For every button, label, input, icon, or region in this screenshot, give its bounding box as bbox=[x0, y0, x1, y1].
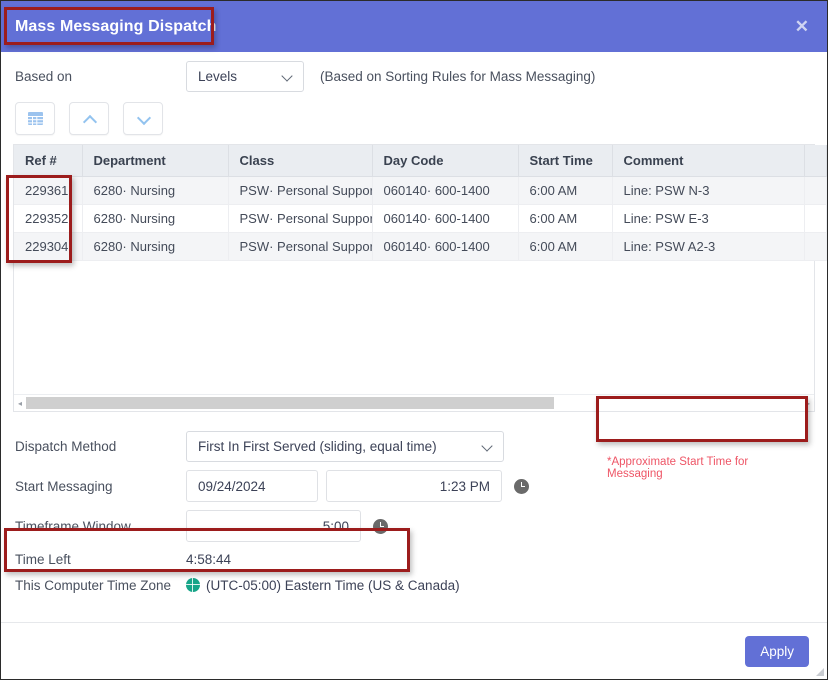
table-head: Ref # Department Class Day Code Start Ti… bbox=[14, 145, 827, 177]
chevron-down-icon bbox=[138, 113, 149, 124]
table-body: 229361 6280· Nursing PSW· Personal Suppo… bbox=[14, 176, 827, 261]
cell-comment: Line: PSW A2-3 bbox=[612, 232, 805, 261]
based-on-label: Based on bbox=[15, 68, 73, 84]
cell-start-time: 6:00 AM bbox=[518, 232, 613, 261]
grid-view-button[interactable] bbox=[15, 102, 55, 135]
cell-class: PSW· Personal Support bbox=[228, 176, 373, 205]
grid-horizontal-scrollbar[interactable]: ◂ ▸ bbox=[14, 394, 814, 411]
move-down-button[interactable] bbox=[123, 102, 163, 135]
chevron-down-icon bbox=[483, 441, 494, 452]
apply-button[interactable]: Apply bbox=[745, 635, 809, 667]
timeframe-window-label: Timeframe Window bbox=[15, 518, 131, 534]
grid-icon bbox=[27, 112, 43, 125]
chevron-down-icon bbox=[283, 71, 294, 82]
scrollbar-thumb[interactable] bbox=[26, 397, 554, 409]
cell-department: 6280· Nursing bbox=[82, 232, 229, 261]
cell-comment: Line: PSW E-3 bbox=[612, 204, 805, 233]
cell-department: 6280· Nursing bbox=[82, 204, 229, 233]
cell-class: PSW· Personal Support bbox=[228, 204, 373, 233]
timezone-value: (UTC-05:00) Eastern Time (US & Canada) bbox=[206, 577, 460, 593]
column-header-department[interactable]: Department bbox=[82, 145, 229, 177]
cell-spacer bbox=[804, 176, 827, 205]
time-left-value: 4:58:44 bbox=[186, 551, 232, 567]
cell-spacer bbox=[804, 204, 827, 233]
time-left-row: Time Left 4:58:44 bbox=[13, 546, 815, 572]
dialog-footer: Apply bbox=[1, 622, 827, 679]
dispatch-method-label: Dispatch Method bbox=[15, 438, 117, 454]
dialog-body: Based on Levels (Based on Sorting Rules … bbox=[1, 52, 827, 622]
start-messaging-date-input[interactable]: 09/24/2024 bbox=[186, 470, 318, 502]
grid-toolbar bbox=[13, 100, 815, 144]
time-left-label: Time Left bbox=[15, 551, 71, 567]
based-on-note: (Based on Sorting Rules for Mass Messagi… bbox=[320, 68, 596, 84]
cell-day-code: 060140· 600-1400 bbox=[372, 204, 519, 233]
cell-day-code: 060140· 600-1400 bbox=[372, 232, 519, 261]
move-up-button[interactable] bbox=[69, 102, 109, 135]
globe-icon bbox=[186, 577, 200, 592]
dialog-titlebar: Mass Messaging Dispatch ✕ bbox=[1, 1, 827, 52]
timezone-value-wrap: (UTC-05:00) Eastern Time (US & Canada) bbox=[186, 577, 460, 593]
scroll-left-icon[interactable]: ◂ bbox=[14, 399, 26, 408]
cell-department: 6280· Nursing bbox=[82, 176, 229, 205]
cell-start-time: 6:00 AM bbox=[518, 204, 613, 233]
dispatch-method-value: First In First Served (sliding, equal ti… bbox=[198, 438, 437, 454]
dispatch-method-select[interactable]: First In First Served (sliding, equal ti… bbox=[186, 430, 504, 462]
timezone-row: This Computer Time Zone (UTC-05:00) East… bbox=[13, 572, 815, 598]
column-header-comment[interactable]: Comment bbox=[612, 145, 805, 177]
resize-grip[interactable] bbox=[815, 667, 824, 676]
timezone-label: This Computer Time Zone bbox=[15, 577, 172, 593]
table-row[interactable]: 229304 6280· Nursing PSW· Personal Suppo… bbox=[14, 232, 827, 261]
close-icon[interactable]: ✕ bbox=[791, 16, 813, 37]
based-on-row: Based on Levels (Based on Sorting Rules … bbox=[13, 52, 815, 100]
column-header-ref[interactable]: Ref # bbox=[14, 145, 83, 177]
table-header-row: Ref # Department Class Day Code Start Ti… bbox=[14, 145, 827, 177]
cell-start-time: 6:00 AM bbox=[518, 176, 613, 205]
clock-icon[interactable] bbox=[373, 518, 388, 534]
approximate-start-time-note: *Approximate Start Time for Messaging bbox=[601, 452, 805, 484]
start-messaging-time-input[interactable]: 1:23 PM bbox=[326, 470, 502, 502]
column-header-spacer bbox=[804, 145, 827, 177]
cell-comment: Line: PSW N-3 bbox=[612, 176, 805, 205]
scrollbar-track[interactable] bbox=[26, 397, 802, 409]
column-header-class[interactable]: Class bbox=[228, 145, 373, 177]
column-header-day-code[interactable]: Day Code bbox=[372, 145, 519, 177]
scroll-right-icon[interactable]: ▸ bbox=[802, 399, 814, 408]
table-row[interactable]: 229361 6280· Nursing PSW· Personal Suppo… bbox=[14, 176, 827, 205]
cell-class: PSW· Personal Support bbox=[228, 232, 373, 261]
clock-icon[interactable] bbox=[514, 478, 529, 494]
based-on-selected-value: Levels bbox=[198, 68, 238, 84]
table-row[interactable]: 229352 6280· Nursing PSW· Personal Suppo… bbox=[14, 204, 827, 233]
chevron-up-icon bbox=[84, 113, 95, 124]
cell-spacer bbox=[804, 232, 827, 261]
dispatch-table: Ref # Department Class Day Code Start Ti… bbox=[14, 145, 827, 261]
timeframe-window-row: Timeframe Window 5:00 bbox=[13, 506, 815, 546]
based-on-select[interactable]: Levels bbox=[186, 60, 304, 92]
grid-empty-area bbox=[14, 261, 814, 394]
mass-messaging-dispatch-dialog: Mass Messaging Dispatch ✕ Based on Level… bbox=[0, 0, 828, 680]
dispatch-grid: Ref # Department Class Day Code Start Ti… bbox=[13, 144, 827, 412]
cell-day-code: 060140· 600-1400 bbox=[372, 176, 519, 205]
dialog-title: Mass Messaging Dispatch bbox=[15, 17, 217, 35]
column-header-start-time[interactable]: Start Time bbox=[518, 145, 613, 177]
cell-ref: 229304 bbox=[14, 232, 83, 261]
timeframe-window-input[interactable]: 5:00 bbox=[186, 510, 361, 542]
cell-ref: 229352 bbox=[14, 204, 83, 233]
cell-ref: 229361 bbox=[14, 176, 83, 205]
dispatch-settings-form: Dispatch Method First In First Served (s… bbox=[13, 412, 815, 598]
start-messaging-label: Start Messaging bbox=[15, 478, 113, 494]
